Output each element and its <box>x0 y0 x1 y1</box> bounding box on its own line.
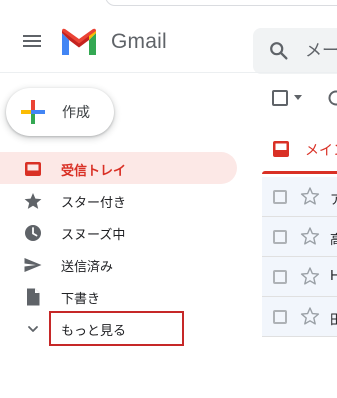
hamburger-icon-line <box>23 35 41 37</box>
star-icon[interactable] <box>300 226 320 246</box>
email-checkbox[interactable] <box>273 230 287 244</box>
compose-label: 作成 <box>62 105 90 121</box>
send-icon <box>24 258 42 272</box>
email-sender: ア <box>330 193 337 208</box>
search-bar[interactable] <box>253 28 337 74</box>
sidebar-item-label: 下書き <box>61 292 101 307</box>
browser-top-edge <box>0 0 337 10</box>
select-dropdown-caret-icon[interactable] <box>294 95 302 100</box>
sidebar-item-sent[interactable]: 送信済み <box>0 248 237 280</box>
main-menu-button[interactable] <box>16 28 48 56</box>
tab-active-indicator <box>262 171 337 174</box>
hamburger-icon-line <box>23 45 41 47</box>
star-icon <box>24 193 42 209</box>
compose-button[interactable]: 作成 <box>6 88 114 136</box>
email-row[interactable]: 田 <box>262 297 337 337</box>
select-all-checkbox[interactable] <box>272 90 288 106</box>
sidebar-item-label: スター付き <box>61 196 127 211</box>
draft-icon <box>27 288 40 306</box>
email-row[interactable]: ア <box>262 177 337 217</box>
star-icon[interactable] <box>300 186 320 206</box>
chevron-down-icon <box>28 326 38 332</box>
inbox-icon <box>25 162 41 176</box>
sidebar-item-label: スヌーズ中 <box>61 228 126 243</box>
email-sender: H <box>330 269 337 284</box>
email-checkbox[interactable] <box>273 310 287 324</box>
tab-primary[interactable]: メイン <box>262 124 337 174</box>
browser-tab-edge <box>105 0 337 6</box>
sidebar-item-drafts[interactable]: 下書き <box>0 280 237 312</box>
email-checkbox[interactable] <box>273 270 287 284</box>
sidebar-item-inbox[interactable]: 受信トレイ <box>0 152 237 184</box>
list-toolbar <box>262 82 337 112</box>
refresh-icon[interactable] <box>326 88 337 108</box>
gmail-logo-text: Gmail <box>111 30 167 53</box>
inbox-icon <box>273 141 289 157</box>
gmail-logo[interactable]: Gmail <box>60 26 167 58</box>
sidebar-item-starred[interactable]: スター付き <box>0 184 237 216</box>
gmail-m-icon <box>62 28 96 55</box>
search-icon[interactable] <box>268 40 290 62</box>
header: Gmail <box>0 10 337 74</box>
sidebar-item-label: 受信トレイ <box>61 164 127 179</box>
search-input[interactable] <box>305 38 337 64</box>
email-row[interactable]: 高 <box>262 217 337 257</box>
sidebar-nav: 受信トレイ スター付き スヌーズ中 送信済み 下書き もっと見る <box>0 152 240 344</box>
clock-icon <box>25 225 41 241</box>
email-checkbox[interactable] <box>273 190 287 204</box>
sidebar-item-snoozed[interactable]: スヌーズ中 <box>0 216 237 248</box>
gmail-window: Gmail 作成 受信トレイ <box>0 0 337 398</box>
email-sender: 高 <box>330 233 337 248</box>
sidebar-item-more[interactable]: もっと見る <box>0 312 237 344</box>
star-icon[interactable] <box>300 306 320 326</box>
email-list: ア 高 H 田 <box>262 177 337 337</box>
sidebar-item-label: 送信済み <box>61 260 114 275</box>
star-icon[interactable] <box>300 266 320 286</box>
plus-icon <box>21 100 45 124</box>
email-row[interactable]: H <box>262 257 337 297</box>
email-sender: 田 <box>330 313 337 328</box>
header-divider <box>0 72 337 73</box>
hamburger-icon-line <box>23 40 41 42</box>
sidebar-item-label: もっと見る <box>61 324 127 339</box>
tab-primary-label: メイン <box>305 143 337 159</box>
